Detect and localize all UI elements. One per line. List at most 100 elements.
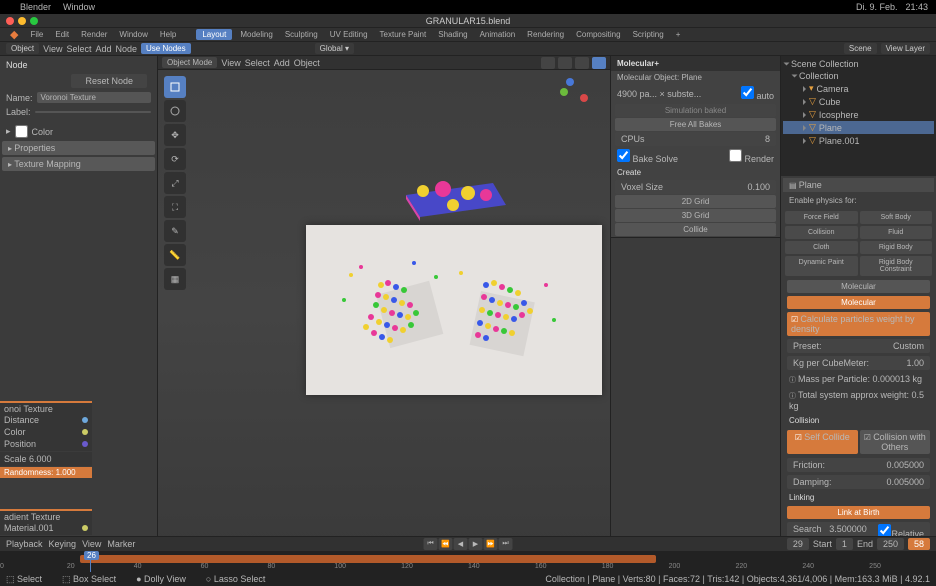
use-nodes-toggle[interactable]: Use Nodes bbox=[141, 43, 191, 54]
tl-playback[interactable]: Playback bbox=[6, 539, 43, 549]
tab-texture-paint[interactable]: Texture Paint bbox=[376, 30, 431, 39]
molecular-section[interactable]: Molecular bbox=[787, 280, 930, 293]
phys-fluid[interactable]: Fluid bbox=[860, 226, 933, 239]
calc-density-button[interactable]: ☑ Calculate particles weight by density bbox=[787, 312, 930, 336]
timeline-track[interactable]: 26 020406080100120140160180200220240250 bbox=[0, 551, 936, 573]
collide-button[interactable]: Collide bbox=[615, 223, 776, 236]
phys-soft-body[interactable]: Soft Body bbox=[860, 211, 933, 224]
tool-measure[interactable]: 📏 bbox=[164, 244, 186, 266]
tab-add[interactable]: + bbox=[672, 30, 685, 39]
mac-app-name[interactable]: Blender bbox=[20, 2, 51, 12]
zoom-window-icon[interactable] bbox=[30, 17, 38, 25]
hdr-node[interactable]: Node bbox=[116, 44, 138, 54]
hdr-view[interactable]: View bbox=[43, 44, 62, 54]
tool-rotate[interactable]: ⟳ bbox=[164, 148, 186, 170]
vp-add[interactable]: Add bbox=[274, 58, 290, 68]
end-frame[interactable]: 250 bbox=[877, 538, 904, 550]
menu-file[interactable]: File bbox=[26, 30, 47, 39]
tab-layout[interactable]: Layout bbox=[196, 29, 232, 40]
grid-3d-button[interactable]: 3D Grid bbox=[615, 209, 776, 222]
out-camera[interactable]: Camera bbox=[817, 84, 849, 94]
friction-value[interactable]: 0.005000 bbox=[886, 460, 924, 470]
vp-object[interactable]: Object bbox=[294, 58, 320, 68]
tab-scripting[interactable]: Scripting bbox=[629, 30, 668, 39]
tl-keying[interactable]: Keying bbox=[49, 539, 77, 549]
play-reverse-button[interactable]: ◀ bbox=[454, 538, 468, 550]
out-scene[interactable]: Scene Collection bbox=[791, 59, 859, 69]
nav-gizmo[interactable] bbox=[550, 78, 590, 118]
view-layer-dropdown[interactable]: View Layer bbox=[881, 43, 930, 54]
self-collide-button[interactable]: ☑ Self Collide bbox=[787, 430, 858, 454]
node-scale-field[interactable]: Scale 6.000 bbox=[4, 454, 52, 464]
node-randomness[interactable]: Randomness: 1.000 bbox=[0, 467, 92, 478]
tab-compositing[interactable]: Compositing bbox=[572, 30, 624, 39]
outliner[interactable]: Scene Collection Collection ▾Camera ▽Cub… bbox=[781, 56, 936, 176]
free-bakes-button[interactable]: Free All Bakes bbox=[615, 118, 776, 131]
molecular-panel-title[interactable]: Molecular+ bbox=[611, 56, 780, 71]
keyframe-next-button[interactable]: ⏩ bbox=[484, 538, 498, 550]
tool-select-box[interactable] bbox=[164, 76, 186, 98]
reset-node-button[interactable]: Reset Node bbox=[71, 74, 147, 88]
tool-add-cube[interactable]: ▦ bbox=[164, 268, 186, 290]
menu-edit[interactable]: Edit bbox=[51, 30, 73, 39]
phys-dynamic-paint[interactable]: Dynamic Paint bbox=[785, 256, 858, 276]
link-at-birth-button[interactable]: Link at Birth bbox=[787, 506, 930, 519]
molecular-active[interactable]: Molecular bbox=[787, 296, 930, 309]
tab-sculpting[interactable]: Sculpting bbox=[281, 30, 322, 39]
menu-window[interactable]: Window bbox=[115, 30, 151, 39]
bake-solve-checkbox[interactable] bbox=[617, 149, 630, 162]
phys-rigid-constraint[interactable]: Rigid Body Constraint bbox=[860, 256, 933, 276]
vp-view[interactable]: View bbox=[221, 58, 240, 68]
out-icosphere[interactable]: Icosphere bbox=[819, 110, 859, 120]
texture-mapping-expand[interactable]: ▸ Texture Mapping bbox=[2, 157, 155, 171]
cache-frames[interactable]: 58 bbox=[908, 538, 930, 550]
vp-select[interactable]: Select bbox=[245, 58, 270, 68]
scene-dropdown[interactable]: Scene bbox=[844, 43, 877, 54]
properties-expand[interactable]: ▸ Properties bbox=[2, 141, 155, 155]
render-checkbox[interactable] bbox=[729, 149, 742, 162]
kg-value[interactable]: 1.00 bbox=[906, 358, 924, 368]
keyframe-prev-button[interactable]: ⏪ bbox=[439, 538, 453, 550]
out-plane[interactable]: Plane bbox=[819, 123, 842, 133]
jump-end-button[interactable]: ⏭ bbox=[499, 538, 513, 550]
viewport-3d[interactable]: ✥ ⟳ ⤢ ⛶ ✎ 📏 ▦ bbox=[158, 70, 610, 550]
phys-cloth[interactable]: Cloth bbox=[785, 241, 858, 254]
shade-matprev[interactable] bbox=[575, 57, 589, 69]
shade-wire[interactable] bbox=[541, 57, 555, 69]
mac-menu-window[interactable]: Window bbox=[63, 2, 95, 12]
vp-mode[interactable]: Object Mode bbox=[162, 57, 217, 68]
mode-object[interactable]: Object bbox=[6, 43, 39, 54]
hdr-select[interactable]: Select bbox=[66, 44, 91, 54]
other-collide-button[interactable]: ☑ Collision with Others bbox=[860, 430, 931, 454]
linking-section[interactable]: Linking bbox=[783, 491, 934, 504]
collision-section[interactable]: Collision bbox=[783, 414, 934, 427]
tab-modeling[interactable]: Modeling bbox=[236, 30, 276, 39]
damping-value[interactable]: 0.005000 bbox=[886, 477, 924, 487]
menu-help[interactable]: Help bbox=[156, 30, 180, 39]
tl-marker[interactable]: Marker bbox=[107, 539, 135, 549]
phys-force-field[interactable]: Force Field bbox=[785, 211, 858, 224]
global-orientation[interactable]: Global ▾ bbox=[315, 43, 354, 54]
hdr-add[interactable]: Add bbox=[96, 44, 112, 54]
close-window-icon[interactable] bbox=[6, 17, 14, 25]
preset-value[interactable]: Custom bbox=[893, 341, 924, 351]
tab-uv-editing[interactable]: UV Editing bbox=[326, 30, 372, 39]
color-expand[interactable]: ▸ bbox=[6, 126, 11, 137]
jump-start-button[interactable]: ⏮ bbox=[424, 538, 438, 550]
start-frame[interactable]: 1 bbox=[836, 538, 853, 550]
minimize-window-icon[interactable] bbox=[18, 17, 26, 25]
out-collection[interactable]: Collection bbox=[799, 71, 839, 81]
node-voronoi[interactable]: onoi Texture Distance Color Position bbox=[0, 401, 92, 451]
node-gradient[interactable]: adient Texture Material.001 bbox=[0, 509, 92, 535]
name-field[interactable]: Voronoi Texture bbox=[37, 92, 151, 103]
color-checkbox[interactable] bbox=[15, 125, 28, 138]
menu-render[interactable]: Render bbox=[77, 30, 111, 39]
tool-annotate[interactable]: ✎ bbox=[164, 220, 186, 242]
tool-move[interactable]: ✥ bbox=[164, 124, 186, 146]
shade-rendered[interactable] bbox=[592, 57, 606, 69]
tool-scale[interactable]: ⤢ bbox=[164, 172, 186, 194]
cpus-value[interactable]: 8 bbox=[765, 134, 770, 144]
tl-view[interactable]: View bbox=[82, 539, 101, 549]
tool-transform[interactable]: ⛶ bbox=[164, 196, 186, 218]
auto-checkbox[interactable] bbox=[741, 86, 754, 99]
